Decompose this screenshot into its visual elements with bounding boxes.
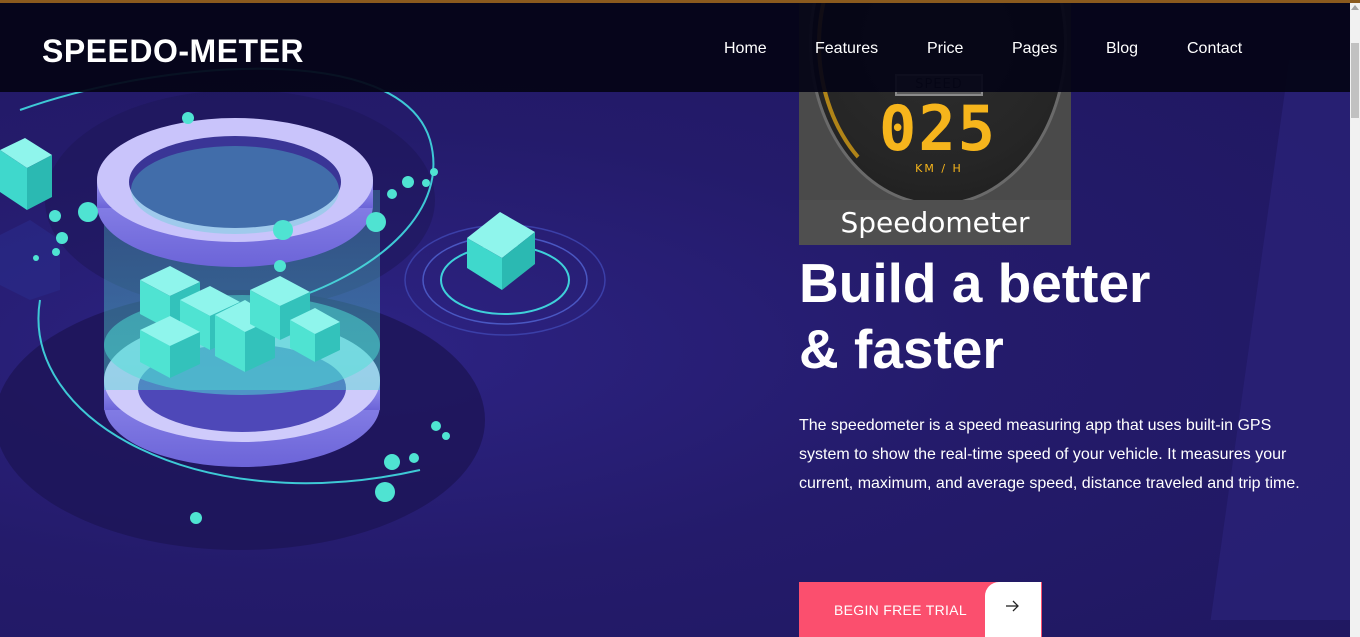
hero-headline: Build a better & faster [799, 250, 1319, 382]
vertical-scrollbar[interactable] [1350, 3, 1360, 637]
nav-features[interactable]: Features [815, 40, 878, 58]
scroll-up-icon[interactable] [1351, 5, 1359, 10]
top-navbar: SPEEDO-METER Home Features Price Pages B… [0, 3, 1350, 92]
brand-logo[interactable]: SPEEDO-METER [42, 33, 304, 70]
arrow-right-icon [985, 582, 1041, 637]
speedometer-caption: Speedometer [799, 200, 1071, 245]
speedometer-unit: KM / H [915, 162, 963, 175]
nav-blog[interactable]: Blog [1106, 40, 1138, 58]
headline-line-2: & faster [799, 318, 1004, 380]
nav-home[interactable]: Home [724, 40, 767, 58]
headline-line-1: Build a better [799, 252, 1151, 314]
nav-price[interactable]: Price [927, 40, 963, 58]
nav-pages[interactable]: Pages [1012, 40, 1057, 58]
hero-illustration [0, 67, 606, 550]
speedometer-reading: 025 [879, 92, 997, 165]
top-accent-stripe [0, 0, 1360, 3]
nav-contact[interactable]: Contact [1187, 40, 1242, 58]
hero-section: SPEED 025 KM / H Speedometer Build a bet… [0, 0, 1350, 637]
scrollbar-thumb[interactable] [1351, 43, 1359, 118]
hero-description: The speedometer is a speed measuring app… [799, 417, 1300, 492]
begin-free-trial-button[interactable]: BEGIN FREE TRIAL [799, 582, 1042, 637]
cta-label: BEGIN FREE TRIAL [834, 602, 967, 618]
